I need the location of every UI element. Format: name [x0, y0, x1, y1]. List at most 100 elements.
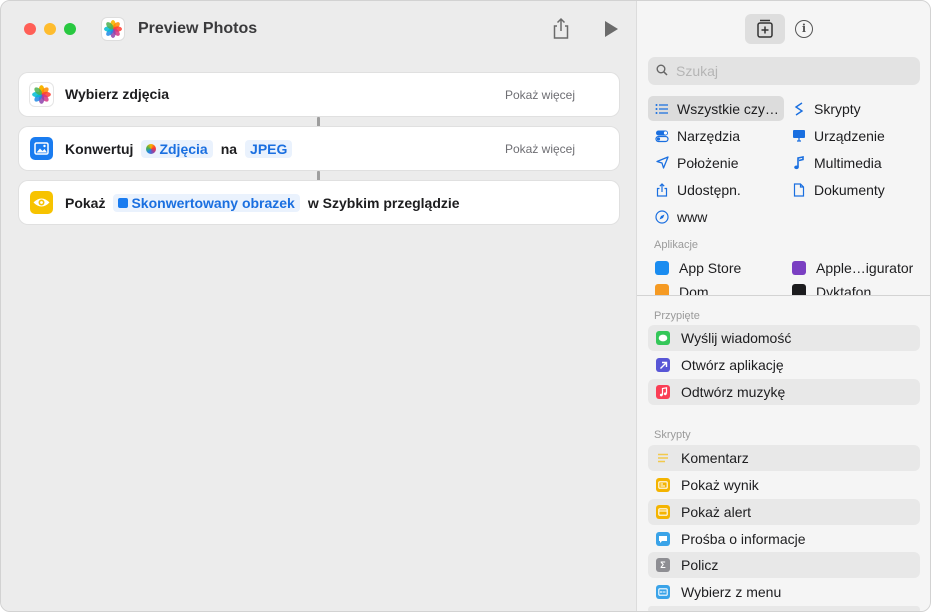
- category-media[interactable]: Multimedia: [792, 150, 882, 175]
- action-quick-look[interactable]: Pokaż Skonwertowany obrazek w Szybkim pr…: [19, 181, 619, 224]
- eye-icon: [30, 191, 53, 214]
- category-sharing[interactable]: Udostępn.: [655, 177, 741, 202]
- action-connector-word: na: [220, 141, 238, 157]
- category-all-actions[interactable]: Wszystkie czy…: [648, 96, 784, 121]
- token-label: Skonwertowany obrazek: [131, 195, 295, 211]
- photos-variable-token[interactable]: Zdjęcia: [141, 140, 213, 158]
- zoom-window-button[interactable]: [64, 23, 76, 35]
- pinned-play-music[interactable]: Odtwórz muzykę: [648, 379, 920, 405]
- alert-icon: [656, 505, 670, 519]
- row-label: Prośba o informacje: [681, 531, 806, 547]
- monitor-icon: [792, 129, 806, 143]
- category-label: Multimedia: [814, 154, 882, 171]
- photos-app-icon: [102, 18, 124, 40]
- app-label: Apple…igurator: [816, 260, 914, 276]
- token-label: Zdjęcia: [159, 141, 208, 157]
- window-title: Preview Photos: [138, 20, 258, 37]
- voice-memos-icon: [792, 284, 806, 295]
- category-tools[interactable]: Narzędzia: [655, 123, 740, 148]
- app-store-icon: [655, 261, 669, 275]
- message-bubble-icon: [656, 331, 670, 345]
- show-more-button[interactable]: Pokaż więcej: [505, 88, 575, 102]
- category-label: Udostępn.: [677, 181, 741, 198]
- script-comment[interactable]: Komentarz: [648, 445, 920, 471]
- category-documents[interactable]: Dokumenty: [792, 177, 885, 202]
- app-label: Dyktafon: [816, 284, 872, 295]
- library-add-icon: [757, 19, 773, 38]
- row-label: Otwórz aplikację: [681, 357, 784, 373]
- token-label: JPEG: [250, 141, 288, 157]
- row-label: Wybierz z menu: [681, 584, 782, 600]
- scripts-section-header: Skrypty: [654, 429, 691, 441]
- category-label: Narzędzia: [677, 127, 741, 144]
- category-label: Skrypty: [814, 100, 861, 117]
- app-voice-memos[interactable]: Dyktafon: [792, 284, 871, 295]
- action-select-photos[interactable]: Wybierz zdjęcia Pokaż więcej: [19, 73, 619, 116]
- category-scripting[interactable]: Skrypty: [792, 96, 861, 121]
- script-count[interactable]: Σ Policz: [648, 552, 920, 578]
- action-verb: Pokaż: [65, 195, 106, 211]
- category-location[interactable]: Położenie: [655, 150, 739, 175]
- search-icon: [656, 64, 668, 76]
- script-next-item-partial[interactable]: [648, 606, 920, 611]
- script-choose-from-menu[interactable]: Wybierz z menu: [648, 579, 920, 605]
- info-tab-button[interactable]: i: [795, 20, 813, 38]
- minimize-window-button[interactable]: [44, 23, 56, 35]
- photos-icon: [30, 83, 53, 106]
- sigma-icon: Σ: [656, 558, 670, 572]
- app-home[interactable]: Dom: [655, 284, 709, 295]
- search-input[interactable]: [676, 61, 906, 81]
- pinned-open-app[interactable]: Otwórz aplikację: [648, 352, 920, 378]
- scripting-icon: [792, 101, 806, 116]
- row-label: Wyślij wiadomość: [681, 330, 792, 346]
- section-divider: [637, 295, 930, 296]
- speech-bubble-icon: [656, 532, 670, 546]
- format-parameter-token[interactable]: JPEG: [245, 140, 293, 158]
- app-app-store[interactable]: App Store: [655, 257, 741, 279]
- app-label: App Store: [679, 260, 742, 276]
- script-show-result[interactable]: Pokaż wynik: [648, 472, 920, 498]
- pinned-section-header: Przypięte: [654, 310, 700, 322]
- compass-icon: [655, 209, 669, 224]
- open-app-arrow-icon: [656, 358, 670, 372]
- music-note-icon: [792, 155, 806, 170]
- menu-icon: [656, 585, 670, 599]
- category-label: Położenie: [677, 154, 739, 171]
- action-verb: Konwertuj: [65, 141, 134, 157]
- row-label: Policz: [681, 557, 719, 573]
- shortcut-editor: Preview Photos Wybierz zdjęcia Pokaż wię…: [1, 1, 636, 611]
- close-window-button[interactable]: [24, 23, 36, 35]
- list-icon: [655, 102, 669, 116]
- pinned-send-message[interactable]: Wyślij wiadomość: [648, 325, 920, 351]
- apps-section-header: Aplikacje: [654, 239, 699, 251]
- share-button[interactable]: [551, 17, 571, 41]
- script-show-alert[interactable]: Pokaż alert: [648, 499, 920, 525]
- show-more-button[interactable]: Pokaż więcej: [505, 142, 575, 156]
- script-ask-for-input[interactable]: Prośba o informacje: [648, 526, 920, 552]
- category-web[interactable]: www: [655, 204, 707, 229]
- category-label: www: [677, 208, 708, 225]
- photos-mini-icon: [146, 144, 157, 154]
- title-bar: Preview Photos: [1, 1, 636, 57]
- location-arrow-icon: [655, 156, 669, 170]
- shortcuts-window: Preview Photos Wybierz zdjęcia Pokaż wię…: [0, 0, 931, 612]
- category-label: Dokumenty: [814, 181, 885, 198]
- category-label: Wszystkie czy…: [677, 100, 779, 117]
- music-note-icon: [656, 385, 670, 399]
- action-convert-image[interactable]: Konwertuj Zdjęcia na JPEG Pokaż więcej: [19, 127, 619, 170]
- run-shortcut-button[interactable]: [605, 21, 618, 37]
- comment-lines-icon: [656, 451, 670, 465]
- row-label: Pokaż wynik: [681, 477, 759, 493]
- app-apple-configurator[interactable]: Apple…igurator: [792, 257, 913, 279]
- category-label: Urządzenie: [814, 127, 885, 144]
- apple-configurator-icon: [792, 261, 806, 275]
- action-library-sidebar: i Wszystkie czy… Skrypty Narzędz: [636, 1, 930, 611]
- action-connector: [317, 171, 320, 181]
- search-field[interactable]: [648, 57, 920, 85]
- action-title: Wybierz zdjęcia: [65, 86, 170, 102]
- action-library-tab[interactable]: [745, 14, 785, 44]
- toggle-icon: [655, 129, 669, 143]
- share-icon: [553, 17, 569, 39]
- category-device[interactable]: Urządzenie: [792, 123, 885, 148]
- converted-image-variable-token[interactable]: Skonwertowany obrazek: [113, 194, 300, 212]
